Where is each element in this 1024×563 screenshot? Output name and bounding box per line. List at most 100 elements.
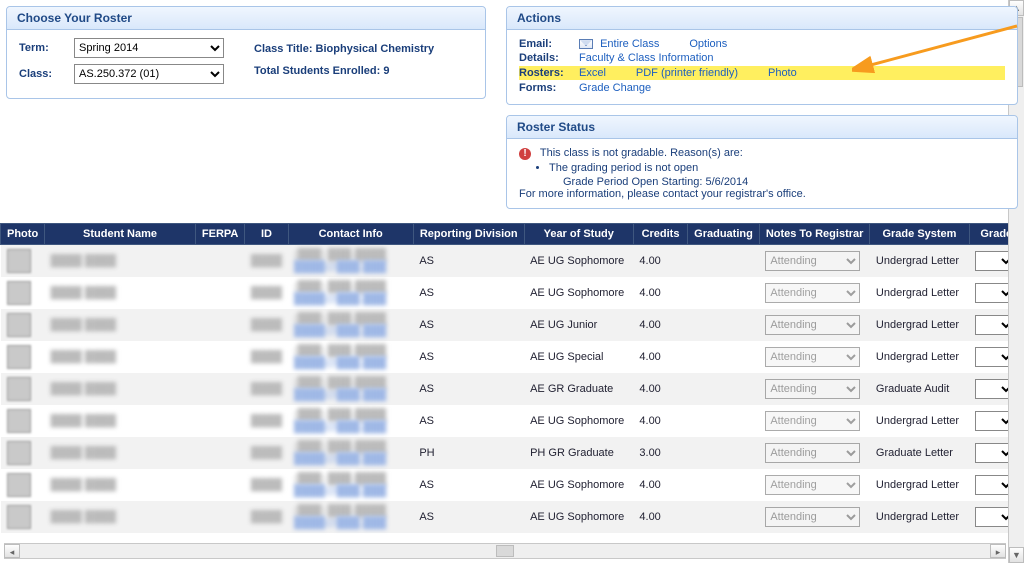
roster-table: Photo Student Name FERPA ID Contact Info… bbox=[0, 223, 1024, 533]
contact-phone-blurred: (███) ███-████ bbox=[294, 281, 386, 293]
th-credits: Credits bbox=[633, 224, 687, 245]
link-faculty-info[interactable]: Faculty & Class Information bbox=[579, 52, 714, 64]
cell-credits: 4.00 bbox=[633, 373, 687, 405]
class-title-text: Class Title: Biophysical Chemistry bbox=[254, 38, 434, 60]
contact-email-blurred: ████@███.███ bbox=[294, 517, 386, 529]
cell-credits: 4.00 bbox=[633, 501, 687, 533]
th-year: Year of Study bbox=[524, 224, 633, 245]
student-name-blurred: ████ ████ bbox=[51, 383, 116, 395]
actions-panel: Actions Email: Entire Class Options bbox=[506, 6, 1018, 105]
student-photo bbox=[7, 313, 31, 337]
contact-phone-blurred: (███) ███-████ bbox=[294, 505, 386, 517]
hscroll-thumb[interactable] bbox=[496, 545, 514, 557]
roster-header-row: Photo Student Name FERPA ID Contact Info… bbox=[1, 224, 1024, 245]
status-line-2: For more information, please contact you… bbox=[519, 188, 1005, 200]
contact-phone-blurred: (███) ███-████ bbox=[294, 313, 386, 325]
cell-credits: 4.00 bbox=[633, 405, 687, 437]
cell-gsys: Undergrad Letter bbox=[870, 309, 969, 341]
table-row: ████ ████████(███) ███-████████@███.███A… bbox=[1, 277, 1024, 309]
actions-email-row: Email: Entire Class Options bbox=[519, 38, 1005, 50]
cell-rdiv: AS bbox=[413, 501, 524, 533]
student-id-blurred: ████ bbox=[251, 415, 282, 427]
scroll-right-button[interactable]: ▸ bbox=[990, 544, 1006, 558]
link-grade-change[interactable]: Grade Change bbox=[579, 82, 651, 94]
contact-email-blurred: ████@███.███ bbox=[294, 421, 386, 433]
th-name[interactable]: Student Name bbox=[45, 224, 196, 245]
table-row: ████ ████████(███) ███-████████@███.███A… bbox=[1, 245, 1024, 278]
rosters-label: Rosters: bbox=[519, 67, 579, 79]
student-id-blurred: ████ bbox=[251, 479, 282, 491]
cell-rdiv: PH bbox=[413, 437, 524, 469]
table-row: ████ ████████(███) ███-████████@███.███P… bbox=[1, 437, 1024, 469]
link-roster-photo[interactable]: Photo bbox=[768, 67, 797, 79]
table-row: ████ ████████(███) ███-████████@███.███A… bbox=[1, 501, 1024, 533]
contact-email-blurred: ████@███.███ bbox=[294, 325, 386, 337]
actions-rosters-row: Rosters: Excel PDF (printer friendly) Ph… bbox=[519, 66, 1005, 80]
notes-select[interactable]: Attending bbox=[765, 379, 860, 399]
status-bullet-1: The grading period is not open bbox=[549, 162, 1005, 174]
actions-details-row: Details: Faculty & Class Information bbox=[519, 52, 1005, 64]
th-photo: Photo bbox=[1, 224, 45, 245]
th-id[interactable]: ID bbox=[245, 224, 288, 245]
details-label: Details: bbox=[519, 52, 579, 64]
student-name-blurred: ████ ████ bbox=[51, 447, 116, 459]
th-notes: Notes To Registrar bbox=[759, 224, 870, 245]
horizontal-scrollbar[interactable]: ◂ ▸ bbox=[4, 543, 1006, 559]
enrolled-text: Total Students Enrolled: 9 bbox=[254, 60, 434, 82]
choose-roster-panel: Choose Your Roster Term: Spring 2014 Cla… bbox=[6, 6, 486, 99]
th-grad: Graduating bbox=[688, 224, 760, 245]
link-entire-class[interactable]: Entire Class bbox=[600, 38, 659, 50]
student-name-blurred: ████ ████ bbox=[51, 255, 116, 267]
notes-select[interactable]: Attending bbox=[765, 315, 860, 335]
choose-roster-title: Choose Your Roster bbox=[7, 7, 485, 30]
cell-year: AE UG Sophomore bbox=[524, 469, 633, 501]
student-id-blurred: ████ bbox=[251, 287, 282, 299]
cell-gsys: Undergrad Letter bbox=[870, 245, 969, 278]
cell-credits: 4.00 bbox=[633, 245, 687, 278]
cell-credits: 4.00 bbox=[633, 309, 687, 341]
envelope-icon bbox=[579, 39, 593, 49]
table-row: ████ ████████(███) ███-████████@███.███A… bbox=[1, 309, 1024, 341]
scroll-left-button[interactable]: ◂ bbox=[4, 544, 20, 558]
notes-select[interactable]: Attending bbox=[765, 283, 860, 303]
cell-credits: 3.00 bbox=[633, 437, 687, 469]
notes-select[interactable]: Attending bbox=[765, 411, 860, 431]
cell-gsys: Graduate Audit bbox=[870, 373, 969, 405]
scroll-down-button[interactable]: ▼ bbox=[1009, 547, 1024, 563]
cell-gsys: Undergrad Letter bbox=[870, 501, 969, 533]
cell-year: AE GR Graduate bbox=[524, 373, 633, 405]
student-id-blurred: ████ bbox=[251, 319, 282, 331]
contact-phone-blurred: (███) ███-████ bbox=[294, 441, 386, 453]
cell-year: AE UG Sophomore bbox=[524, 405, 633, 437]
contact-phone-blurred: (███) ███-████ bbox=[294, 409, 386, 421]
student-photo bbox=[7, 473, 31, 497]
roster-status-title: Roster Status bbox=[507, 116, 1017, 139]
notes-select[interactable]: Attending bbox=[765, 251, 860, 271]
student-id-blurred: ████ bbox=[251, 255, 282, 267]
contact-email-blurred: ████@███.███ bbox=[294, 293, 386, 305]
cell-gsys: Graduate Letter bbox=[870, 437, 969, 469]
contact-email-blurred: ████@███.███ bbox=[294, 389, 386, 401]
student-photo bbox=[7, 409, 31, 433]
student-name-blurred: ████ ████ bbox=[51, 479, 116, 491]
contact-email-blurred: ████@███.███ bbox=[294, 357, 386, 369]
link-roster-pdf[interactable]: PDF (printer friendly) bbox=[636, 67, 738, 79]
notes-select[interactable]: Attending bbox=[765, 443, 860, 463]
term-label: Term: bbox=[19, 42, 74, 54]
class-select[interactable]: AS.250.372 (01) bbox=[74, 64, 224, 84]
student-name-blurred: ████ ████ bbox=[51, 351, 116, 363]
student-id-blurred: ████ bbox=[251, 447, 282, 459]
notes-select[interactable]: Attending bbox=[765, 347, 860, 367]
email-label: Email: bbox=[519, 38, 579, 50]
link-email-options[interactable]: Options bbox=[689, 38, 727, 50]
notes-select[interactable]: Attending bbox=[765, 507, 860, 527]
cell-year: AE UG Sophomore bbox=[524, 501, 633, 533]
contact-phone-blurred: (███) ███-████ bbox=[294, 473, 386, 485]
cell-year: AE UG Special bbox=[524, 341, 633, 373]
student-photo bbox=[7, 377, 31, 401]
notes-select[interactable]: Attending bbox=[765, 475, 860, 495]
link-roster-excel[interactable]: Excel bbox=[579, 67, 606, 79]
cell-credits: 4.00 bbox=[633, 277, 687, 309]
cell-credits: 4.00 bbox=[633, 341, 687, 373]
term-select[interactable]: Spring 2014 bbox=[74, 38, 224, 58]
